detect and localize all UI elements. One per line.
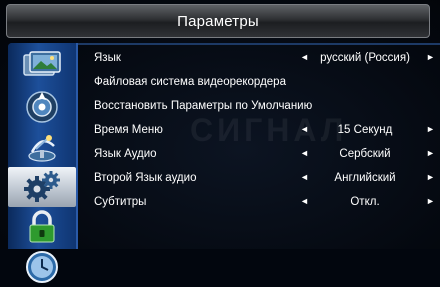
row-label: Язык [94,52,121,64]
settings-gear-icon [23,170,61,204]
clock-icon [24,249,60,285]
sidebar-item-sound[interactable] [8,87,76,127]
sidebar-item-timer[interactable] [8,247,76,287]
menu-row-subtitles[interactable]: Субтитры ◄ Откл. ► [86,191,440,215]
menu-row-second-audio-language[interactable]: Второй Язык аудио ◄ Английский ► [86,167,440,191]
right-arrow-icon[interactable]: ► [426,196,435,206]
channel-icon [24,130,60,164]
sidebar-item-lock[interactable] [8,207,76,247]
left-arrow-icon[interactable]: ◄ [300,124,309,134]
row-value: Сербский [339,148,391,160]
row-label: Файловая система видеорекордера [94,76,286,88]
category-sidebar [8,43,78,283]
picture-icon [22,49,62,81]
sound-icon [24,90,60,124]
menu-row-pvr-file-system[interactable]: Файловая система видеорекордера [86,71,440,95]
settings-menu: Язык ◄ русский (Россия) ► Файловая систе… [86,43,440,249]
row-value: русский (Россия) [320,52,410,64]
right-arrow-icon[interactable]: ► [426,124,435,134]
tv-screen: Параметры СИГНАЛ Язык ◄ русский (Россия)… [0,0,440,283]
row-label: Время Меню [94,124,163,136]
row-value: Английский [334,172,396,184]
sidebar-item-channel[interactable] [8,127,76,167]
row-value: Откл. [350,196,380,208]
title-bar: Параметры [6,4,430,38]
left-arrow-icon[interactable]: ◄ [300,148,309,158]
menu-row-language[interactable]: Язык ◄ русский (Россия) ► [86,47,440,71]
page-title: Параметры [177,13,259,30]
lock-icon [24,209,60,245]
right-arrow-icon[interactable]: ► [426,172,435,182]
menu-row-menu-time[interactable]: Время Меню ◄ 15 Секунд ► [86,119,440,143]
right-arrow-icon[interactable]: ► [426,148,435,158]
menu-row-restore-defaults[interactable]: Восстановить Параметры по Умолчанию [86,95,440,119]
row-label: Субтитры [94,196,147,208]
sidebar-item-picture[interactable] [8,45,76,85]
right-arrow-icon[interactable]: ► [426,52,435,62]
row-label: Второй Язык аудио [94,172,197,184]
sidebar-item-settings[interactable] [8,167,76,207]
row-label: Язык Аудио [94,148,157,160]
left-arrow-icon[interactable]: ◄ [300,172,309,182]
left-arrow-icon[interactable]: ◄ [300,52,309,62]
row-value: 15 Секунд [337,124,393,136]
left-arrow-icon[interactable]: ◄ [300,196,309,206]
row-label: Восстановить Параметры по Умолчанию [94,100,313,112]
menu-row-audio-language[interactable]: Язык Аудио ◄ Сербский ► [86,143,440,167]
